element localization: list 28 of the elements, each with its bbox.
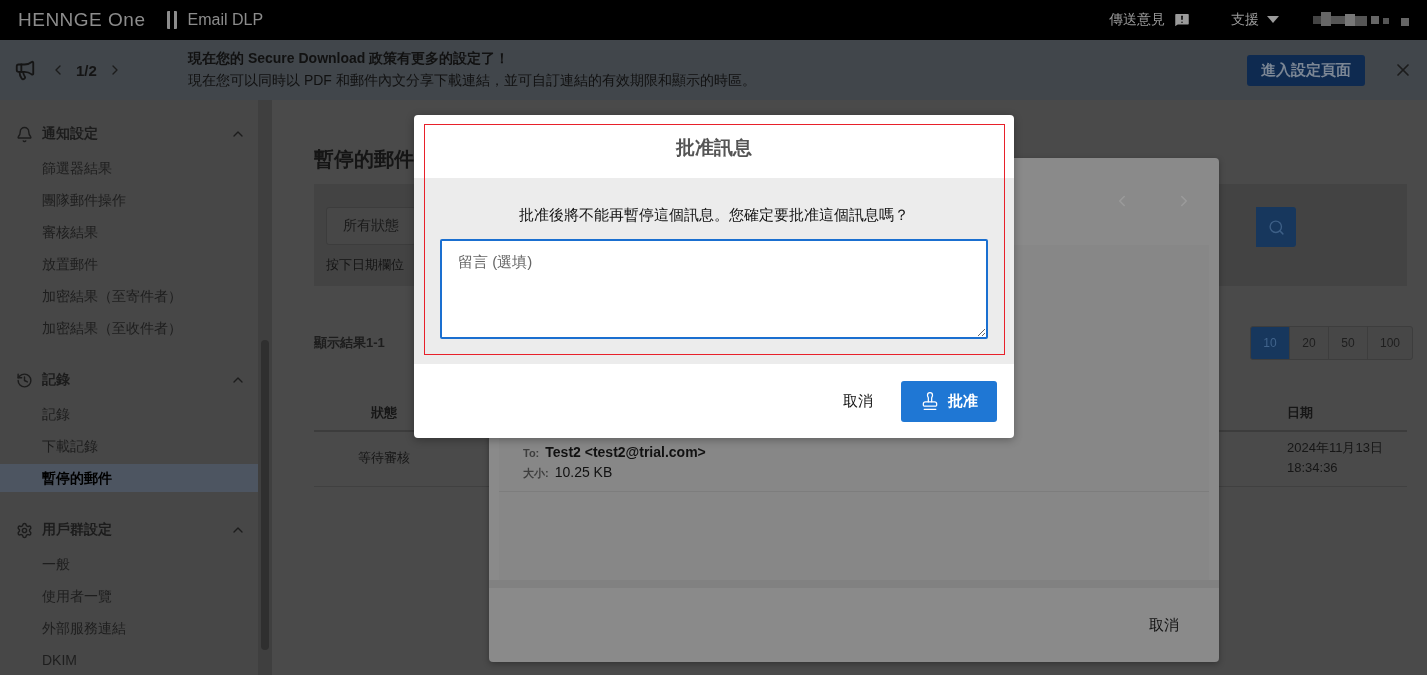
dialog-message: 批准後將不能再暫停這個訊息。您確定要批准這個訊息嗎？ [519,206,909,225]
banner-title: 現在您的 Secure Download 政策有更多的設定了！ [188,50,511,68]
app-name: Email DLP [187,11,264,29]
message-size: 10.25 KB [554,464,613,480]
feedback-icon [1173,11,1191,29]
comment-field[interactable]: 留言 (選填) [440,239,988,339]
gear-icon [16,521,33,539]
page-counter: 1/2 [76,61,97,79]
app-mark-icon [167,11,178,29]
caret-icon [1267,16,1279,24]
support-menu[interactable]: 支援 [1231,11,1279,29]
feedback-link[interactable]: 傳送意見 [1109,11,1191,29]
cancel-button[interactable]: 取消 [1143,611,1185,639]
megaphone-icon [14,59,36,81]
settings-page-button[interactable]: 進入設定頁面 [1247,54,1365,86]
cancel-button[interactable]: 取消 [837,387,879,415]
sidebar-item[interactable]: 暫停的郵件 [0,464,258,492]
recipient: Test2 <test2@trial.com> [545,444,706,460]
product-logo: HENNGE One [18,9,146,31]
approve-button[interactable]: 批准 [901,380,997,422]
history-icon [16,371,33,389]
bell-icon [16,125,33,143]
search-button[interactable] [1256,207,1296,247]
size-label: 大小: [523,466,549,481]
to-label: To: [523,447,540,459]
search-icon [1267,218,1285,236]
stamp-icon [920,391,940,411]
dialog-title: 批准訊息 [676,135,752,160]
